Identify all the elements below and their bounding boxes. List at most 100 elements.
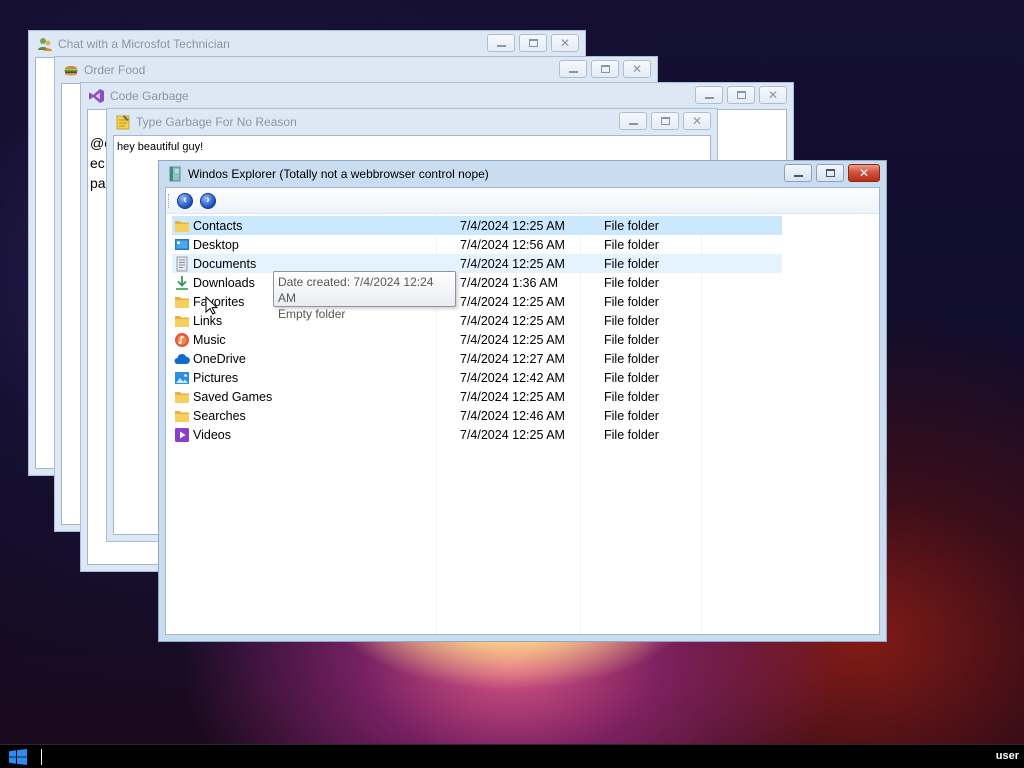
- list-item[interactable]: Contacts 7/4/2024 12:25 AM File folder: [172, 216, 782, 235]
- item-type: File folder: [604, 294, 659, 309]
- maximize-icon: [600, 65, 610, 73]
- item-type: File folder: [604, 313, 659, 328]
- type-garbage-titlebar[interactable]: Type Garbage For No Reason ✕: [113, 109, 711, 135]
- maximize-icon: [825, 169, 835, 177]
- maximize-button[interactable]: [816, 164, 844, 182]
- minimize-icon: [496, 44, 506, 47]
- minimize-button[interactable]: [559, 60, 587, 78]
- notepad-icon: [115, 114, 131, 130]
- close-button[interactable]: ✕: [759, 86, 787, 104]
- folder-icon: [174, 313, 190, 329]
- maximize-icon: [736, 91, 746, 99]
- maximize-button[interactable]: [727, 86, 755, 104]
- list-item[interactable]: Documents 7/4/2024 12:25 AM File folder: [172, 254, 782, 273]
- explorer-window[interactable]: Windos Explorer (Totally not a webbrowse…: [158, 160, 887, 642]
- close-icon: ✕: [691, 114, 703, 128]
- minimize-button[interactable]: [784, 164, 812, 182]
- minimize-button[interactable]: [695, 86, 723, 104]
- tooltip-date-created: Date created: 7/4/2024 12:24 AM: [278, 275, 434, 305]
- list-item[interactable]: Downloads 7/4/2024 1:36 AM File folder: [172, 273, 782, 292]
- order-food-titlebar[interactable]: Order Food ✕: [61, 57, 651, 83]
- item-type: File folder: [604, 408, 659, 423]
- item-name: Pictures: [193, 370, 239, 385]
- item-type: File folder: [604, 237, 659, 252]
- maximize-icon: [660, 117, 670, 125]
- people-icon: [37, 36, 53, 52]
- item-type: File folder: [604, 275, 659, 290]
- book-icon: [167, 166, 183, 182]
- close-button[interactable]: ✕: [683, 112, 711, 130]
- list-item[interactable]: OneDrive 7/4/2024 12:27 AM File folder: [172, 349, 782, 368]
- visual-studio-icon: [89, 88, 105, 104]
- item-type: File folder: [604, 370, 659, 385]
- item-type: File folder: [604, 351, 659, 366]
- list-item[interactable]: Music 7/4/2024 12:25 AM File folder: [172, 330, 782, 349]
- windows-logo-icon[interactable]: [9, 749, 27, 765]
- item-date-modified: 7/4/2024 12:25 AM: [460, 427, 565, 442]
- item-date-modified: 7/4/2024 12:56 AM: [460, 237, 565, 252]
- item-date-modified: 7/4/2024 12:25 AM: [460, 389, 565, 404]
- music-icon: [174, 332, 190, 348]
- taskbar-username[interactable]: user: [996, 750, 1019, 762]
- explorer-title: Windos Explorer (Totally not a webbrowse…: [188, 167, 489, 181]
- list-item[interactable]: Saved Games 7/4/2024 12:25 AM File folder: [172, 387, 782, 406]
- back-arrow-icon[interactable]: ‹: [177, 192, 193, 209]
- taskbar-text-caret: [41, 749, 42, 765]
- item-name: Contacts: [193, 218, 243, 233]
- maximize-button[interactable]: [591, 60, 619, 78]
- item-type: File folder: [604, 256, 659, 271]
- list-item[interactable]: Pictures 7/4/2024 12:42 AM File folder: [172, 368, 782, 387]
- item-type: File folder: [604, 218, 659, 233]
- typed-text: hey beautiful guy!: [117, 141, 204, 153]
- burger-icon: [63, 62, 79, 78]
- forward-arrow-icon[interactable]: ›: [200, 192, 216, 209]
- minimize-icon: [704, 96, 714, 99]
- item-type: File folder: [604, 389, 659, 404]
- folder-icon: [174, 389, 190, 405]
- list-item[interactable]: Links 7/4/2024 12:25 AM File folder: [172, 311, 782, 330]
- code-fragment: pa: [90, 175, 106, 191]
- toolbar-grip[interactable]: [168, 193, 171, 208]
- list-item[interactable]: Videos 7/4/2024 12:25 AM File folder: [172, 425, 782, 444]
- taskbar: user: [0, 744, 1024, 768]
- close-icon: ✕: [767, 88, 779, 102]
- code-garbage-titlebar[interactable]: Code Garbage ✕: [87, 83, 787, 109]
- item-type: File folder: [604, 332, 659, 347]
- close-button[interactable]: ✕: [623, 60, 651, 78]
- close-button[interactable]: ✕: [848, 164, 880, 182]
- cloud-icon: [174, 351, 190, 367]
- minimize-icon: [793, 174, 803, 177]
- explorer-client-area[interactable]: ‹ › Contacts 7/4/2024 12:25 AM File folder…: [165, 187, 880, 635]
- code-garbage-title: Code Garbage: [110, 89, 189, 103]
- video-icon: [174, 427, 190, 443]
- close-icon: ✕: [858, 166, 870, 180]
- item-date-modified: 7/4/2024 12:42 AM: [460, 370, 565, 385]
- list-item[interactable]: Searches 7/4/2024 12:46 AM File folder: [172, 406, 782, 425]
- item-date-modified: 7/4/2024 12:46 AM: [460, 408, 565, 423]
- close-icon: ✕: [559, 36, 571, 50]
- list-item[interactable]: Favorites 7/4/2024 12:25 AM File folder: [172, 292, 782, 311]
- item-date-modified: 7/4/2024 12:25 AM: [460, 218, 565, 233]
- explorer-titlebar[interactable]: Windos Explorer (Totally not a webbrowse…: [165, 161, 880, 187]
- item-date-modified: 7/4/2024 12:25 AM: [460, 313, 565, 328]
- folder-icon: [174, 294, 190, 310]
- maximize-icon: [528, 39, 538, 47]
- item-name: Saved Games: [193, 389, 273, 404]
- chat-titlebar[interactable]: Chat with a Microsfot Technician ✕: [35, 31, 579, 57]
- minimize-icon: [628, 122, 638, 125]
- minimize-button[interactable]: [487, 34, 515, 52]
- list-item[interactable]: Desktop 7/4/2024 12:56 AM File folder: [172, 235, 782, 254]
- item-name: Videos: [193, 427, 231, 442]
- maximize-button[interactable]: [519, 34, 547, 52]
- type-garbage-title: Type Garbage For No Reason: [136, 115, 297, 129]
- maximize-button[interactable]: [651, 112, 679, 130]
- folder-icon: [174, 408, 190, 424]
- tooltip-folder-status: Empty folder: [278, 307, 346, 321]
- item-name: Desktop: [193, 237, 239, 252]
- close-button[interactable]: ✕: [551, 34, 579, 52]
- minimize-icon: [568, 70, 578, 73]
- explorer-toolbar: ‹ ›: [166, 188, 879, 214]
- desktop-icon: [174, 237, 190, 253]
- folder-tooltip: Date created: 7/4/2024 12:24 AM Empty fo…: [273, 271, 456, 321]
- minimize-button[interactable]: [619, 112, 647, 130]
